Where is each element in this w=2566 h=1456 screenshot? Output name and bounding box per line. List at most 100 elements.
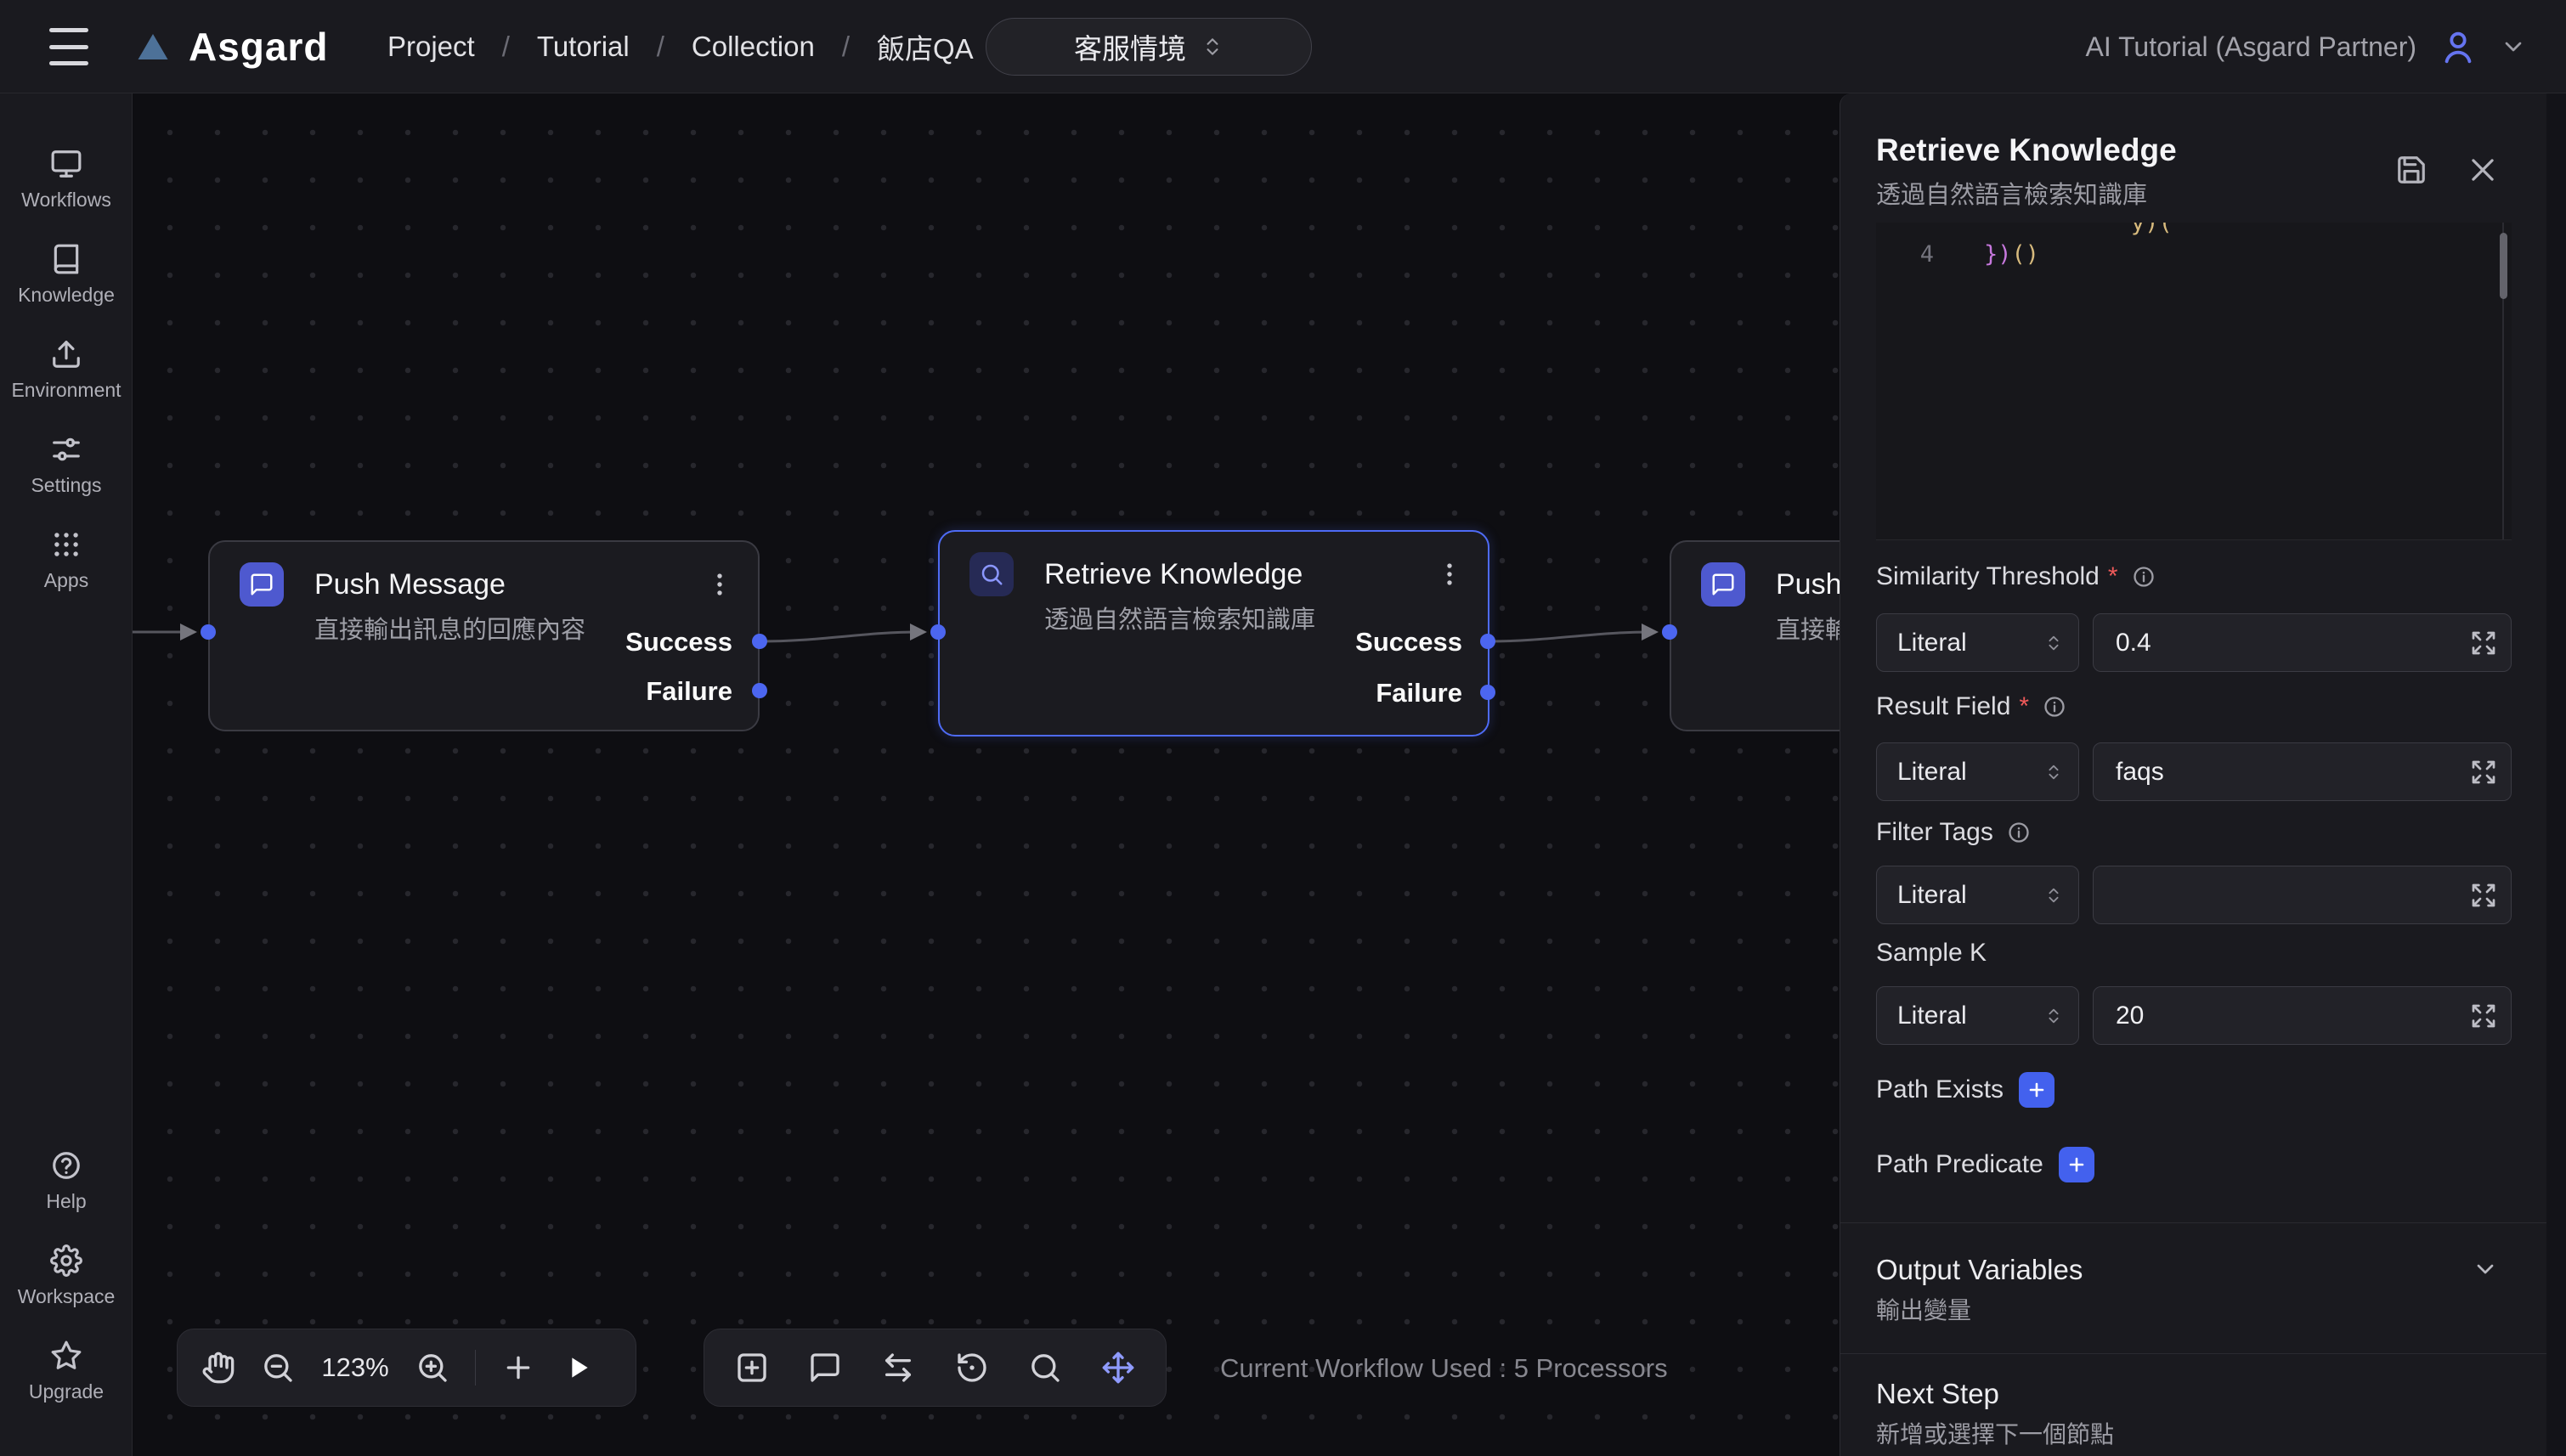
zoom-level[interactable]: 123%: [320, 1352, 390, 1383]
sidebar-item-knowledge[interactable]: Knowledge: [0, 243, 133, 307]
search-canvas-icon[interactable]: [1028, 1351, 1062, 1385]
pan-hand-icon[interactable]: [201, 1351, 235, 1385]
breadcrumb-separator: /: [502, 31, 510, 63]
sidebar-item-workspace[interactable]: Workspace: [0, 1244, 133, 1308]
field-row: Literal faqs: [1840, 742, 2547, 801]
chat-test-icon[interactable]: [808, 1351, 842, 1385]
sidebar-item-label: Settings: [31, 474, 101, 497]
output-variables-subtitle: 輸出變量: [1876, 1292, 1971, 1326]
menu-icon[interactable]: [49, 28, 93, 65]
info-icon[interactable]: [2132, 565, 2156, 589]
environment-selector[interactable]: 客服情境: [986, 18, 1312, 76]
logo-triangle-icon: [134, 30, 172, 64]
mode-select-similarity-threshold[interactable]: Literal: [1876, 613, 2079, 672]
chevrons-up-down-icon: [1201, 36, 1224, 58]
add-node-icon[interactable]: [735, 1351, 769, 1385]
sidebar-item-apps[interactable]: Apps: [0, 528, 133, 592]
search-icon: [969, 552, 1014, 596]
value-input-sample-k[interactable]: 20: [2093, 986, 2512, 1045]
sidebar-item-label: Help: [46, 1190, 86, 1213]
move-tool-icon[interactable]: [1101, 1351, 1135, 1385]
code-line-number: 4: [1876, 241, 1934, 268]
field-label-result-field: Result Field*: [1876, 692, 2066, 721]
chevrons-up-down-icon: [2044, 634, 2063, 652]
chevrons-up-down-icon: [2044, 1007, 2063, 1025]
breadcrumb-current[interactable]: 飯店QA: [877, 26, 974, 67]
logo-text: Asgard: [189, 24, 328, 70]
breadcrumb-collection[interactable]: Collection: [692, 31, 815, 63]
node-menu-icon[interactable]: [1435, 560, 1464, 589]
sidebar-item-help[interactable]: Help: [0, 1149, 133, 1213]
close-icon[interactable]: [2467, 154, 2499, 186]
sidebar-item-workflows[interactable]: Workflows: [0, 148, 133, 212]
zoom-in-icon[interactable]: [415, 1351, 449, 1385]
user-icon: [2439, 27, 2478, 66]
value-input-similarity-threshold[interactable]: 0.4: [2093, 613, 2512, 672]
port-success[interactable]: Success: [625, 627, 732, 657]
expand-icon[interactable]: [2470, 759, 2497, 786]
upgrade-star-icon: [50, 1340, 82, 1372]
expand-icon[interactable]: [2470, 629, 2497, 657]
node-push-message[interactable]: Push Message 直接輸出訊息的回應內容 Success Failure: [208, 540, 760, 731]
expand-icon[interactable]: [2470, 1002, 2497, 1030]
code-line: 4 })(): [1876, 241, 2039, 268]
knowledge-icon: [50, 243, 82, 275]
zoom-out-icon[interactable]: [261, 1351, 295, 1385]
sidebar-item-label: Apps: [44, 569, 88, 592]
run-workflow-icon[interactable]: [561, 1351, 595, 1385]
field-label-similarity-threshold: Similarity Threshold*: [1876, 562, 2156, 591]
panel-divider: [1840, 1222, 2546, 1223]
value-input-result-field[interactable]: faqs: [2093, 742, 2512, 801]
panel-divider: [1840, 1353, 2546, 1354]
sidebar-item-upgrade[interactable]: Upgrade: [0, 1340, 133, 1403]
sidebar-item-label: Knowledge: [18, 284, 115, 307]
expand-icon[interactable]: [2470, 882, 2497, 909]
port-success[interactable]: Success: [1355, 627, 1462, 657]
sidebar: Workflows Knowledge Environment Settings: [0, 93, 133, 1456]
output-variables-title[interactable]: Output Variables: [1876, 1254, 2083, 1286]
help-icon: [50, 1149, 82, 1182]
mode-select-sample-k[interactable]: Literal: [1876, 986, 2079, 1045]
node-subtitle: 透過自然語言檢索知識庫: [1044, 600, 1315, 635]
chevron-down-icon[interactable]: [2472, 1256, 2499, 1283]
sidebar-item-environment[interactable]: Environment: [0, 338, 133, 402]
editor-scrollbar-thumb[interactable]: [2500, 233, 2507, 299]
code-clipped-line: y)(: [2131, 223, 2173, 236]
port-failure[interactable]: Failure: [646, 676, 732, 707]
node-title: Retrieve Knowledge: [1044, 558, 1303, 591]
value-input-filter-tags[interactable]: [2093, 866, 2512, 924]
environment-icon: [50, 338, 82, 370]
plus-icon: [2066, 1154, 2087, 1175]
code-editor[interactable]: y)( 4 })(): [1876, 223, 2512, 540]
sidebar-item-settings[interactable]: Settings: [0, 433, 133, 497]
settings-icon: [50, 433, 82, 466]
add-path-predicate-button[interactable]: [2059, 1147, 2094, 1182]
node-menu-icon[interactable]: [705, 570, 734, 599]
panel-title: Retrieve Knowledge: [1876, 133, 2177, 168]
chat-bubble-icon: [240, 562, 284, 607]
toolbar-divider: [475, 1350, 476, 1385]
chevron-down-icon: [2500, 33, 2527, 60]
node-retrieve-knowledge[interactable]: Retrieve Knowledge 透過自然語言檢索知識庫 Success F…: [938, 530, 1489, 736]
save-icon[interactable]: [2395, 154, 2428, 186]
mode-select-filter-tags[interactable]: Literal: [1876, 866, 2079, 924]
account-label: AI Tutorial (Asgard Partner): [2086, 31, 2416, 63]
apps-icon: [50, 528, 82, 561]
breadcrumb-tutorial[interactable]: Tutorial: [537, 31, 630, 63]
add-path-exists-button[interactable]: [2019, 1072, 2054, 1108]
port-failure[interactable]: Failure: [1376, 678, 1462, 708]
logo[interactable]: Asgard: [134, 0, 328, 93]
add-icon[interactable]: [501, 1351, 535, 1385]
swap-arrows-icon[interactable]: [881, 1351, 915, 1385]
breadcrumb-project[interactable]: Project: [387, 31, 475, 63]
chat-bubble-icon: [1701, 562, 1745, 607]
account-menu[interactable]: AI Tutorial (Asgard Partner): [2086, 0, 2527, 93]
path-predicate-label: Path Predicate: [1876, 1150, 2043, 1179]
node-title: Push Message: [314, 568, 506, 601]
path-exists-label: Path Exists: [1876, 1075, 2004, 1104]
info-icon[interactable]: [2007, 821, 2031, 844]
breadcrumb-separator: /: [657, 31, 664, 63]
info-icon[interactable]: [2043, 695, 2066, 719]
mode-select-result-field[interactable]: Literal: [1876, 742, 2079, 801]
rerun-icon[interactable]: [955, 1351, 989, 1385]
